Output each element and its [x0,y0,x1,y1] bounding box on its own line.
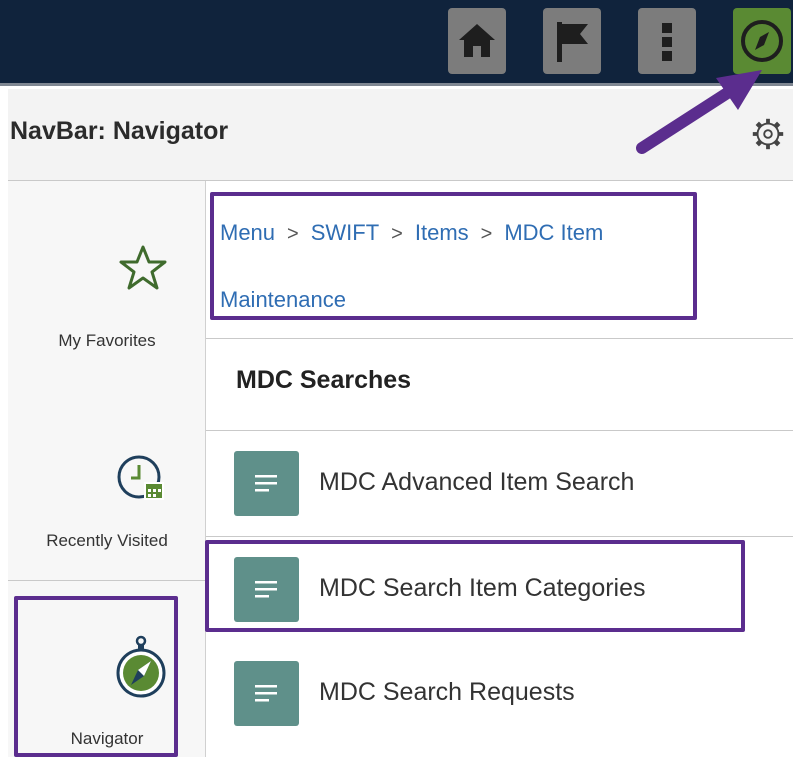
annotation-box-breadcrumb [210,192,697,320]
star-icon [119,245,167,290]
rail-label-recently-visited: Recently Visited [46,531,168,550]
annotation-box-list-item [205,540,745,632]
clock-calendar-icon [117,455,164,500]
document-icon [234,661,299,726]
list-item-mdc-advanced-item-search[interactable]: MDC Advanced Item Search [206,432,793,536]
list-item-mdc-search-requests[interactable]: MDC Search Requests [206,642,793,746]
flag-button[interactable] [543,8,601,74]
home-icon [459,24,495,57]
flag-icon [557,22,588,62]
annotation-box-navigator [14,596,178,757]
divider [206,338,793,339]
rail-label-my-favorites: My Favorites [58,331,156,350]
rail-item-my-favorites[interactable] [8,241,206,300]
divider [206,536,793,537]
rail-divider [8,580,206,581]
section-title: MDC Searches [236,366,412,394]
navbar-title: NavBar: Navigator [10,117,229,145]
list-item-label: MDC Advanced Item Search [319,468,635,496]
list-item-label: MDC Search Requests [319,678,575,706]
divider [206,430,793,431]
home-button[interactable] [448,8,506,74]
annotation-arrow-icon [636,70,762,154]
rail-item-recently-visited[interactable] [8,449,206,514]
document-icon [234,451,299,516]
